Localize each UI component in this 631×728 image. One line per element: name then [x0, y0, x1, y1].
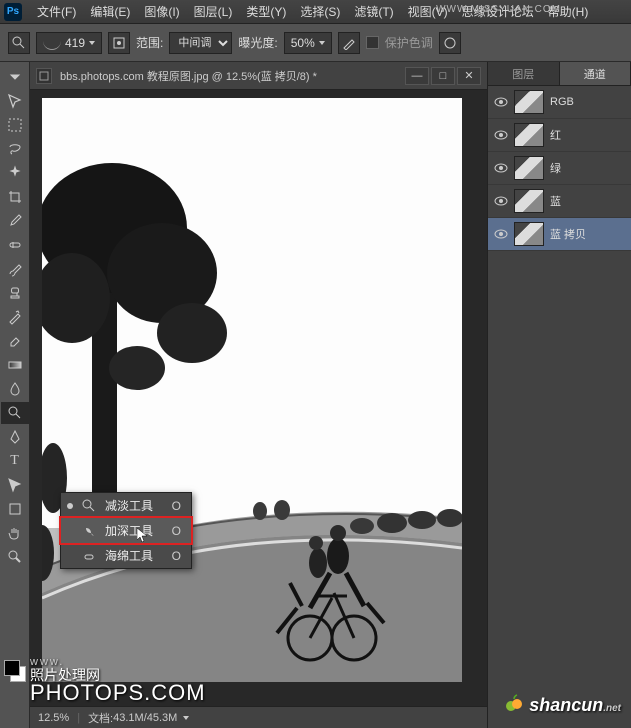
tool-icon — [81, 523, 97, 539]
channel-thumb — [514, 222, 544, 246]
gradient-tool[interactable] — [1, 354, 29, 376]
channel-thumb — [514, 189, 544, 213]
brush-panel-icon[interactable] — [108, 32, 130, 54]
channel-row[interactable]: 绿 — [488, 152, 631, 185]
history-brush-tool[interactable] — [1, 306, 29, 328]
channel-name: RGB — [550, 96, 574, 108]
flyout-item[interactable]: 海绵工具 O — [61, 543, 191, 568]
shape-tool[interactable] — [1, 498, 29, 520]
menu-item[interactable]: 图像(I) — [137, 3, 186, 20]
tools-panel: T — [0, 62, 30, 728]
canvas[interactable] — [42, 98, 462, 682]
eraser-tool[interactable] — [1, 330, 29, 352]
color-swatches[interactable] — [4, 660, 26, 682]
menu-item[interactable]: 类型(Y) — [239, 3, 293, 20]
tab-layers[interactable]: 图层 — [488, 62, 560, 85]
cursor-icon — [137, 528, 149, 544]
visibility-icon[interactable] — [494, 227, 508, 241]
protect-checkbox[interactable] — [366, 36, 379, 49]
channel-thumb — [514, 156, 544, 180]
flyout-item[interactable]: 减淡工具 O — [61, 493, 191, 518]
doc-size-label: 文档: — [88, 710, 113, 726]
exposure-value[interactable]: 50% — [284, 32, 332, 54]
brush-size-value: 419 — [65, 36, 85, 50]
panel-tabs: 图层 通道 — [488, 62, 631, 86]
heal-tool[interactable] — [1, 234, 29, 256]
menu-item[interactable]: 滤镜(T) — [347, 3, 400, 20]
channel-row[interactable]: RGB — [488, 86, 631, 119]
visibility-icon[interactable] — [494, 128, 508, 142]
ps-logo: Ps — [4, 3, 22, 21]
channel-thumb — [514, 123, 544, 147]
flyout-shortcut: O — [172, 524, 181, 538]
channel-thumb — [514, 90, 544, 114]
home-icon[interactable] — [36, 68, 52, 84]
minimize-button[interactable]: — — [405, 67, 429, 85]
path-tool[interactable] — [1, 474, 29, 496]
exposure-label: 曝光度: — [238, 34, 277, 51]
watermark-photops: www. 照片处理网 PHOTOPS.COM — [30, 657, 206, 704]
eyedropper-tool[interactable] — [1, 210, 29, 232]
menu-item[interactable]: 文件(F) — [30, 3, 83, 20]
channel-row[interactable]: 红 — [488, 119, 631, 152]
flyout-item[interactable]: 加深工具O — [61, 518, 191, 543]
options-bar: 419 范围: 中间调 曝光度: 50% 保护色调 — [0, 24, 631, 62]
marquee-tool[interactable] — [1, 114, 29, 136]
tool-icon — [81, 498, 97, 514]
channel-row[interactable]: 蓝 — [488, 185, 631, 218]
stamp-tool[interactable] — [1, 282, 29, 304]
dodge-tool[interactable] — [1, 402, 29, 424]
tool-flyout: 减淡工具O加深工具O海绵工具O — [60, 492, 192, 569]
move-tool[interactable] — [1, 90, 29, 112]
wand-tool[interactable] — [1, 162, 29, 184]
menu-item[interactable]: 编辑(E) — [83, 3, 137, 20]
active-dot-icon — [67, 503, 73, 509]
document-winbar: bbs.photops.com 教程原图.jpg @ 12.5%(蓝 拷贝/8)… — [30, 62, 487, 90]
flyout-shortcut: O — [172, 499, 181, 513]
zoom-tool[interactable] — [1, 546, 29, 568]
brush-tool[interactable] — [1, 258, 29, 280]
flyout-label: 海绵工具 — [105, 547, 153, 564]
status-bar: 12.5% | 文档: 43.1M/45.3M — [30, 706, 487, 728]
range-select[interactable]: 中间调 — [169, 32, 232, 54]
pressure-icon[interactable] — [439, 32, 461, 54]
hand-tool[interactable] — [1, 522, 29, 544]
document-tab[interactable]: bbs.photops.com 教程原图.jpg @ 12.5%(蓝 拷贝/8)… — [60, 68, 397, 84]
brush-preset[interactable]: 419 — [36, 32, 102, 54]
channel-name: 红 — [550, 127, 561, 143]
tool-icon — [81, 548, 97, 564]
channel-row[interactable]: 蓝 拷贝 — [488, 218, 631, 251]
channel-name: 蓝 拷贝 — [550, 226, 586, 242]
doc-size-value: 43.1M/45.3M — [113, 712, 177, 724]
right-panels: 图层 通道 RGB 红绿蓝蓝 拷贝 — [487, 62, 631, 728]
menu-bar: Ps 文件(F)编辑(E)图像(I)图层(L)类型(Y)选择(S)滤镜(T)视图… — [0, 0, 631, 24]
channel-name: 绿 — [550, 160, 561, 176]
visibility-icon[interactable] — [494, 161, 508, 175]
blur-tool[interactable] — [1, 378, 29, 400]
lasso-tool[interactable] — [1, 138, 29, 160]
range-label: 范围: — [136, 34, 163, 51]
maximize-button[interactable]: □ — [431, 67, 455, 85]
crop-tool[interactable] — [1, 186, 29, 208]
protect-label: 保护色调 — [385, 34, 433, 51]
airbrush-icon[interactable] — [338, 32, 360, 54]
tab-channels[interactable]: 通道 — [560, 62, 631, 85]
channel-name: 蓝 — [550, 193, 561, 209]
flyout-label: 减淡工具 — [105, 497, 153, 514]
menu-item[interactable]: 选择(S) — [293, 3, 347, 20]
menu-item[interactable]: 图层(L) — [187, 3, 240, 20]
type-tool[interactable]: T — [1, 450, 29, 472]
watermark-shancun: shancun.net — [504, 693, 621, 716]
pen-tool[interactable] — [1, 426, 29, 448]
close-button[interactable]: ✕ — [457, 67, 481, 85]
flyout-shortcut: O — [172, 549, 181, 563]
watermark-url: WWW.MISSYUAN.COM — [436, 4, 561, 15]
tab-icon[interactable] — [1, 66, 29, 88]
document-area: bbs.photops.com 教程原图.jpg @ 12.5%(蓝 拷贝/8)… — [30, 62, 487, 728]
visibility-icon[interactable] — [494, 95, 508, 109]
visibility-icon[interactable] — [494, 194, 508, 208]
zoom-value[interactable]: 12.5% — [38, 712, 69, 724]
tool-preset-icon[interactable] — [8, 32, 30, 54]
